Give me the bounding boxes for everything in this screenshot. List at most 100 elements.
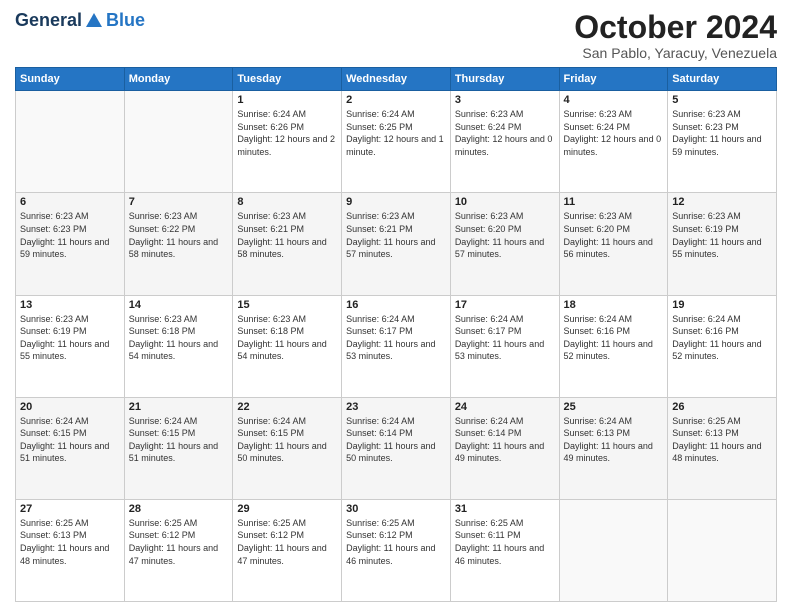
- day-number: 22: [237, 401, 337, 413]
- day-info: Sunrise: 6:23 AMSunset: 6:20 PMDaylight:…: [455, 210, 555, 260]
- calendar-cell: 12 Sunrise: 6:23 AMSunset: 6:19 PMDayligh…: [668, 193, 777, 295]
- calendar-cell: 26Sunrise: 6:25 AMSunset: 6:13 PMDayligh…: [668, 397, 777, 499]
- day-info: Sunrise: 6:23 AMSunset: 6:23 PMDaylight:…: [672, 108, 772, 158]
- calendar-cell: 17 Sunrise: 6:24 AMSunset: 6:17 PMDayligh…: [450, 295, 559, 397]
- calendar-cell: [559, 499, 668, 601]
- calendar-cell: [124, 91, 233, 193]
- calendar-cell: 10 Sunrise: 6:23 AMSunset: 6:20 PMDayligh…: [450, 193, 559, 295]
- day-info: Sunrise: 6:23 AMSunset: 6:19 PMDaylight:…: [20, 313, 120, 363]
- location-subtitle: San Pablo, Yaracuy, Venezuela: [574, 45, 777, 61]
- col-saturday: Saturday: [668, 68, 777, 91]
- calendar-cell: 6 Sunrise: 6:23 AMSunset: 6:23 PMDaylight…: [16, 193, 125, 295]
- day-number: 28: [129, 503, 229, 515]
- day-info: Sunrise: 6:23 AMSunset: 6:22 PMDaylight:…: [129, 210, 229, 260]
- calendar-cell: 29Sunrise: 6:25 AMSunset: 6:12 PMDayligh…: [233, 499, 342, 601]
- day-number: 12: [672, 196, 772, 208]
- col-sunday: Sunday: [16, 68, 125, 91]
- calendar-cell: [16, 91, 125, 193]
- day-info: Sunrise: 6:25 AMSunset: 6:13 PMDaylight:…: [20, 517, 120, 567]
- day-number: 4: [564, 94, 664, 106]
- day-number: 18: [564, 299, 664, 311]
- day-number: 25: [564, 401, 664, 413]
- day-info: Sunrise: 6:24 AMSunset: 6:17 PMDaylight:…: [346, 313, 446, 363]
- day-number: 9: [346, 196, 446, 208]
- calendar-cell: 22 Sunrise: 6:24 AMSunset: 6:15 PMDayligh…: [233, 397, 342, 499]
- day-info: Sunrise: 6:23 AMSunset: 6:19 PMDaylight:…: [672, 210, 772, 260]
- day-number: 5: [672, 94, 772, 106]
- day-number: 23: [346, 401, 446, 413]
- calendar-cell: 11 Sunrise: 6:23 AMSunset: 6:20 PMDayligh…: [559, 193, 668, 295]
- month-title: October 2024: [574, 10, 777, 45]
- calendar-cell: 18 Sunrise: 6:24 AMSunset: 6:16 PMDayligh…: [559, 295, 668, 397]
- day-info: Sunrise: 6:23 AMSunset: 6:23 PMDaylight:…: [20, 210, 120, 260]
- calendar-cell: 31Sunrise: 6:25 AMSunset: 6:11 PMDayligh…: [450, 499, 559, 601]
- day-number: 27: [20, 503, 120, 515]
- calendar-table: Sunday Monday Tuesday Wednesday Thursday…: [15, 67, 777, 602]
- col-friday: Friday: [559, 68, 668, 91]
- day-info: Sunrise: 6:23 AMSunset: 6:18 PMDaylight:…: [237, 313, 337, 363]
- day-info: Sunrise: 6:25 AMSunset: 6:12 PMDaylight:…: [129, 517, 229, 567]
- calendar-cell: 21 Sunrise: 6:24 AMSunset: 6:15 PMDayligh…: [124, 397, 233, 499]
- calendar-cell: 23Sunrise: 6:24 AMSunset: 6:14 PMDayligh…: [342, 397, 451, 499]
- day-number: 6: [20, 196, 120, 208]
- day-number: 8: [237, 196, 337, 208]
- calendar-cell: 28 Sunrise: 6:25 AMSunset: 6:12 PMDayligh…: [124, 499, 233, 601]
- calendar-cell: [668, 499, 777, 601]
- day-number: 24: [455, 401, 555, 413]
- day-number: 17: [455, 299, 555, 311]
- calendar-cell: 16 Sunrise: 6:24 AMSunset: 6:17 PMDayligh…: [342, 295, 451, 397]
- day-info: Sunrise: 6:24 AMSunset: 6:15 PMDaylight:…: [129, 415, 229, 465]
- logo-blue-text: Blue: [106, 10, 145, 31]
- day-number: 26: [672, 401, 772, 413]
- day-number: 7: [129, 196, 229, 208]
- calendar-cell: 7 Sunrise: 6:23 AMSunset: 6:22 PMDaylight…: [124, 193, 233, 295]
- day-info: Sunrise: 6:24 AMSunset: 6:14 PMDaylight:…: [455, 415, 555, 465]
- day-number: 3: [455, 94, 555, 106]
- calendar-cell: 3 Sunrise: 6:23 AMSunset: 6:24 PMDaylight…: [450, 91, 559, 193]
- col-monday: Monday: [124, 68, 233, 91]
- day-info: Sunrise: 6:24 AMSunset: 6:15 PMDaylight:…: [237, 415, 337, 465]
- day-number: 30: [346, 503, 446, 515]
- calendar-cell: 5 Sunrise: 6:23 AMSunset: 6:23 PMDaylight…: [668, 91, 777, 193]
- calendar-cell: 9 Sunrise: 6:23 AMSunset: 6:21 PMDaylight…: [342, 193, 451, 295]
- day-number: 2: [346, 94, 446, 106]
- calendar-cell: 4 Sunrise: 6:23 AMSunset: 6:24 PMDaylight…: [559, 91, 668, 193]
- calendar-week-row-3: 20Sunrise: 6:24 AMSunset: 6:15 PMDayligh…: [16, 397, 777, 499]
- calendar-cell: 25Sunrise: 6:24 AMSunset: 6:13 PMDayligh…: [559, 397, 668, 499]
- calendar-cell: 1 Sunrise: 6:24 AMSunset: 6:26 PMDaylight…: [233, 91, 342, 193]
- title-block: October 2024 San Pablo, Yaracuy, Venezue…: [574, 10, 777, 61]
- day-number: 13: [20, 299, 120, 311]
- calendar-week-row-1: 6 Sunrise: 6:23 AMSunset: 6:23 PMDaylight…: [16, 193, 777, 295]
- day-number: 10: [455, 196, 555, 208]
- day-info: Sunrise: 6:24 AMSunset: 6:16 PMDaylight:…: [672, 313, 772, 363]
- calendar-cell: 20Sunrise: 6:24 AMSunset: 6:15 PMDayligh…: [16, 397, 125, 499]
- calendar-week-row-2: 13 Sunrise: 6:23 AMSunset: 6:19 PMDayligh…: [16, 295, 777, 397]
- day-info: Sunrise: 6:24 AMSunset: 6:16 PMDaylight:…: [564, 313, 664, 363]
- day-info: Sunrise: 6:24 AMSunset: 6:26 PMDaylight:…: [237, 108, 337, 158]
- calendar-cell: 13 Sunrise: 6:23 AMSunset: 6:19 PMDayligh…: [16, 295, 125, 397]
- col-wednesday: Wednesday: [342, 68, 451, 91]
- day-info: Sunrise: 6:24 AMSunset: 6:17 PMDaylight:…: [455, 313, 555, 363]
- day-number: 11: [564, 196, 664, 208]
- day-number: 1: [237, 94, 337, 106]
- day-info: Sunrise: 6:23 AMSunset: 6:24 PMDaylight:…: [455, 108, 555, 158]
- day-number: 21: [129, 401, 229, 413]
- calendar-cell: 14Sunrise: 6:23 AMSunset: 6:18 PMDayligh…: [124, 295, 233, 397]
- logo: General Blue: [15, 10, 145, 31]
- day-number: 31: [455, 503, 555, 515]
- day-info: Sunrise: 6:23 AMSunset: 6:20 PMDaylight:…: [564, 210, 664, 260]
- calendar-week-row-0: 1 Sunrise: 6:24 AMSunset: 6:26 PMDaylight…: [16, 91, 777, 193]
- calendar-cell: 30 Sunrise: 6:25 AMSunset: 6:12 PMDayligh…: [342, 499, 451, 601]
- calendar-cell: 24 Sunrise: 6:24 AMSunset: 6:14 PMDayligh…: [450, 397, 559, 499]
- calendar-cell: 19Sunrise: 6:24 AMSunset: 6:16 PMDayligh…: [668, 295, 777, 397]
- day-info: Sunrise: 6:24 AMSunset: 6:25 PMDaylight:…: [346, 108, 446, 158]
- day-info: Sunrise: 6:23 AMSunset: 6:21 PMDaylight:…: [346, 210, 446, 260]
- calendar-week-row-4: 27 Sunrise: 6:25 AMSunset: 6:13 PMDayligh…: [16, 499, 777, 601]
- day-info: Sunrise: 6:25 AMSunset: 6:12 PMDaylight:…: [346, 517, 446, 567]
- logo-general-text: General: [15, 10, 82, 31]
- logo-icon: [84, 11, 104, 31]
- day-number: 16: [346, 299, 446, 311]
- day-info: Sunrise: 6:23 AMSunset: 6:24 PMDaylight:…: [564, 108, 664, 158]
- day-number: 29: [237, 503, 337, 515]
- day-number: 15: [237, 299, 337, 311]
